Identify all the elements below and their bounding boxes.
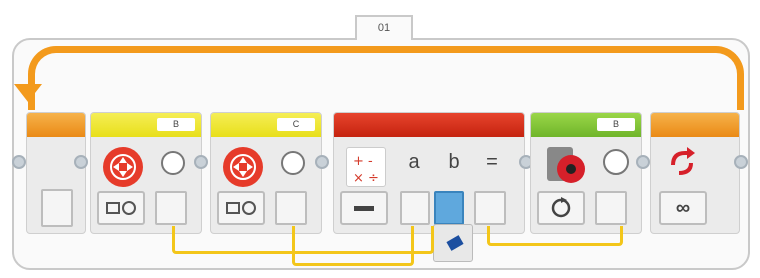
result-output-plug[interactable] [474,191,506,225]
block-color-bar [27,113,85,137]
reset-mode-icon[interactable] [537,191,585,225]
motor-rotation-sensor-block[interactable]: B [530,112,642,234]
motor-mode-icon[interactable] [217,191,265,225]
input-a-label: a [408,151,420,173]
sequence-plug[interactable] [194,155,208,169]
math-block[interactable]: + - × ÷ a b = [333,112,525,234]
input-b-label: b [448,151,460,173]
power-input-plug[interactable] [275,191,307,225]
data-wire[interactable] [292,226,414,266]
port-selector[interactable]: B [597,118,635,131]
loop-arrow-icon [14,84,42,102]
loop-arrow-icon [665,145,699,179]
loop-return-track [28,46,744,110]
steering-wheel-icon [223,147,263,187]
infinity-icon: ∞ [675,197,691,219]
block-color-bar [334,113,524,137]
rotation-sensor-icon [545,143,589,187]
power-input-plug[interactable] [155,191,187,225]
block-color-bar [651,113,739,137]
power-gauge-icon[interactable] [161,151,185,175]
svg-text:+ -: + - [353,154,373,169]
loop-start-block[interactable] [26,112,86,234]
port-selector[interactable]: C [277,118,315,131]
sequence-plug[interactable] [636,155,650,169]
minus-icon [354,206,374,211]
equals-label: = [486,151,498,173]
loop-name-label[interactable]: 01 [355,15,413,40]
large-motor-block-b[interactable]: B [90,112,202,234]
degrees-gauge-icon[interactable] [603,149,629,175]
math-mode-selector[interactable] [340,191,388,225]
data-wire[interactable] [487,226,623,246]
loop-mode-selector[interactable]: ∞ [659,191,707,225]
large-motor-block-c[interactable]: C [210,112,322,234]
power-gauge-icon[interactable] [281,151,305,175]
input-b-plug[interactable] [434,191,464,225]
port-selector[interactable]: B [157,118,195,131]
rotation-output-plug[interactable] [595,191,627,225]
loop-end-block[interactable]: ∞ [650,112,740,234]
input-a-plug[interactable] [400,191,430,225]
math-ops-icon: + - × ÷ [346,147,386,187]
sequence-plug[interactable] [74,155,88,169]
steering-wheel-icon [103,147,143,187]
sequence-plug[interactable] [734,155,748,169]
loop-start-output-plug[interactable] [41,189,73,227]
svg-text:× ÷: × ÷ [353,171,379,186]
motor-mode-icon[interactable] [97,191,145,225]
sequence-plug[interactable] [12,155,26,169]
wire-input-plug[interactable] [433,224,473,262]
sequence-plug[interactable] [315,155,329,169]
